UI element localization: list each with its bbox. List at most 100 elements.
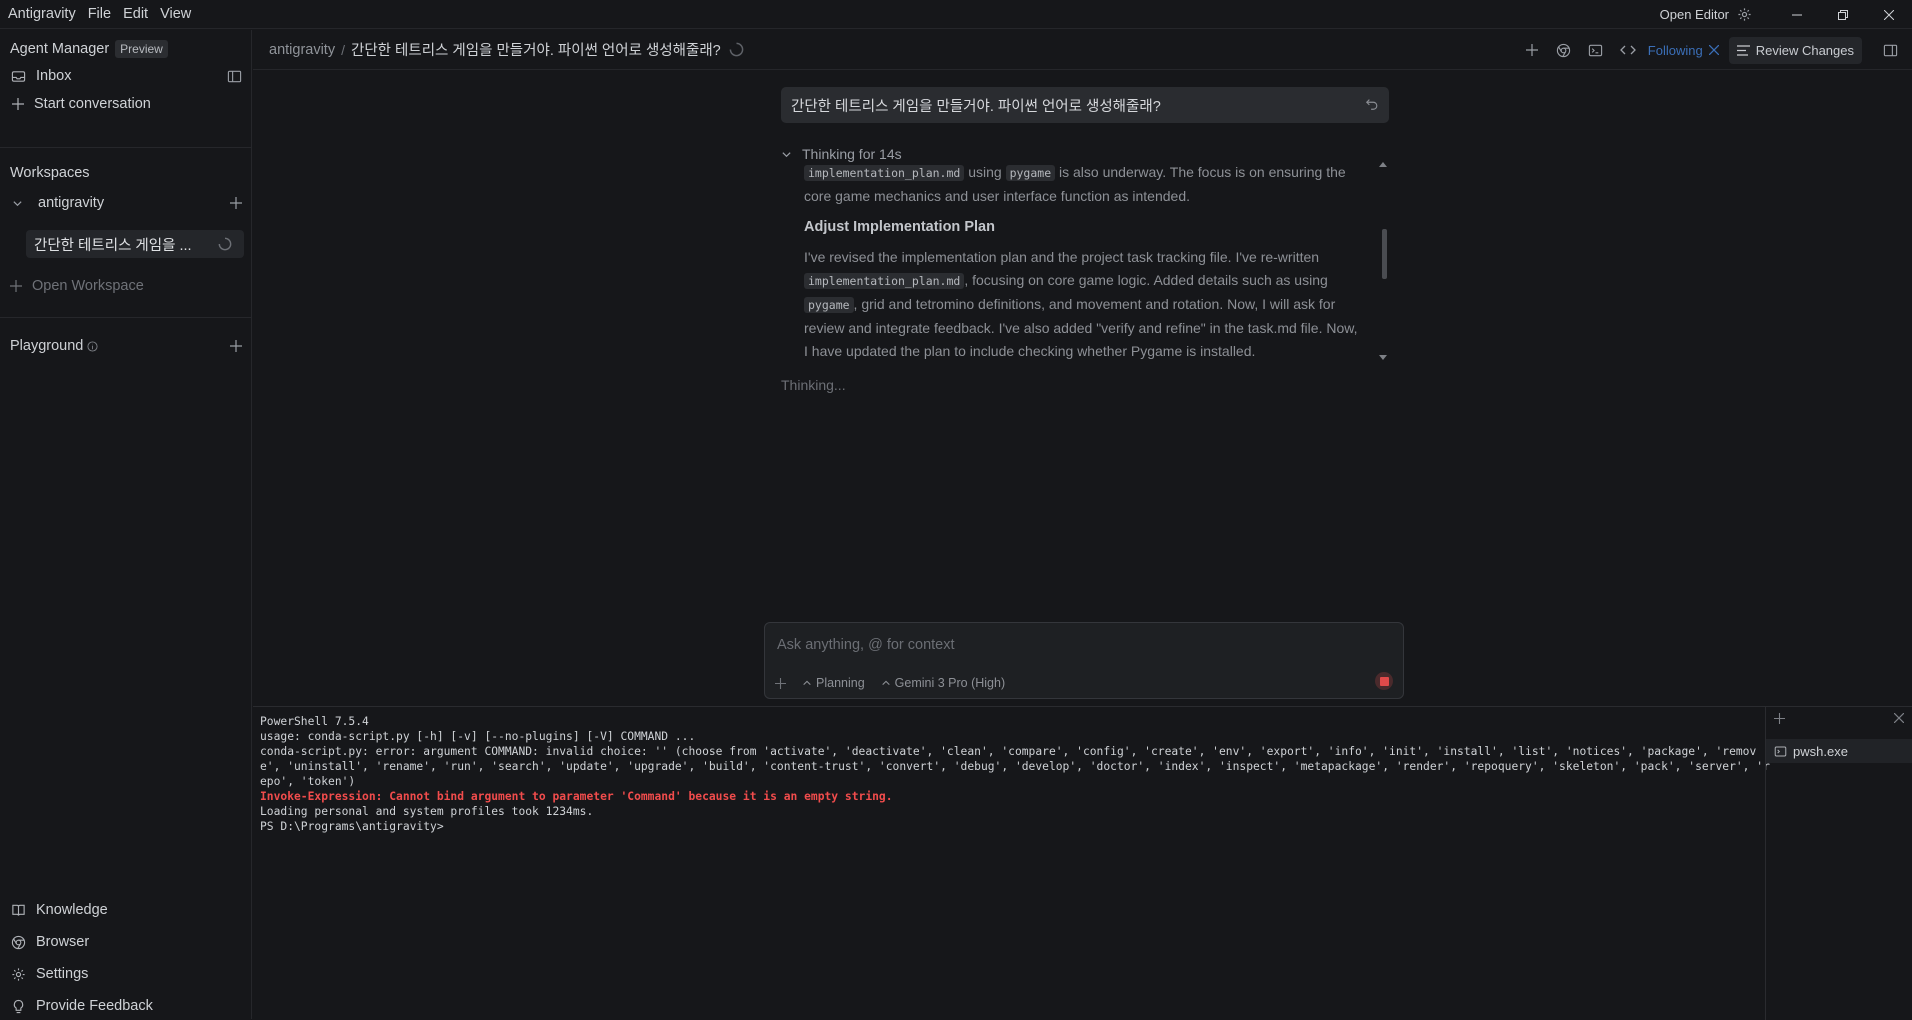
knowledge-label: Knowledge <box>36 902 108 918</box>
new-terminal-icon[interactable] <box>1774 713 1785 724</box>
model-selector[interactable]: Gemini 3 Pro (High) <box>881 676 1005 690</box>
list-icon <box>1736 44 1750 56</box>
terminal-button[interactable] <box>1580 36 1612 64</box>
divider <box>0 147 252 148</box>
stop-button[interactable] <box>1375 672 1393 690</box>
close-icon[interactable] <box>1894 713 1904 723</box>
lightbulb-icon <box>10 998 26 1014</box>
stop-icon <box>1379 676 1389 686</box>
thinking-toggle[interactable]: Thinking for 14s <box>781 146 902 162</box>
thought-paragraph: I've revised the implementation plan and… <box>804 246 1364 359</box>
caret-up-icon[interactable] <box>1379 161 1387 167</box>
scrollbar-thumb[interactable] <box>1382 229 1387 279</box>
terminal-line: Loading personal and system profiles too… <box>260 805 594 818</box>
sidebar-item-browser[interactable]: Browser <box>10 934 89 950</box>
playground-section[interactable]: Playground <box>10 338 242 354</box>
app-name: Antigravity <box>8 5 76 22</box>
sidebar-item-inbox[interactable]: Inbox <box>10 68 242 84</box>
sidebar-item-knowledge[interactable]: Knowledge <box>10 902 108 918</box>
chat-input-placeholder: Ask anything, @ for context <box>777 637 955 653</box>
code-button[interactable] <box>1612 36 1644 64</box>
add-playground-icon[interactable] <box>230 340 242 352</box>
workspaces-heading: Workspaces <box>10 165 90 181</box>
book-icon <box>10 902 26 918</box>
settings-label: Settings <box>36 966 89 982</box>
start-conversation-button[interactable]: Start conversation <box>10 96 151 112</box>
thought-text: I've revised the implementation plan and… <box>804 249 1320 265</box>
restore-button[interactable] <box>1820 0 1866 29</box>
terminal-line: conda-script.py: error: argument COMMAND… <box>260 745 1770 788</box>
minimize-button[interactable] <box>1774 0 1820 29</box>
terminal-icon <box>1774 745 1787 758</box>
inline-code: pygame <box>1005 165 1056 181</box>
thinking-content: implementation_plan.md using pygame is a… <box>804 163 1364 359</box>
menu-view[interactable]: View <box>154 0 197 29</box>
terminal-panel[interactable]: PowerShell 7.5.4 usage: conda-script.py [… <box>253 706 1912 1020</box>
toggle-panel-button[interactable] <box>1874 36 1906 64</box>
conversation-header: antigravity / 간단한 테트리스 게임을 만들거야. 파이썬 언어로… <box>253 30 1912 70</box>
loading-spinner-icon <box>218 237 232 251</box>
conversation-item-current[interactable]: 간단한 테트리스 게임을 ... <box>26 230 244 258</box>
thought-text: , grid and tetromino definitions, and mo… <box>804 296 1358 359</box>
playground-label: Playground <box>10 338 84 354</box>
sidebar: Agent Manager Preview Inbox Start conver… <box>0 30 252 1019</box>
add-conversation-icon[interactable] <box>230 197 242 209</box>
thought-text: , focusing on core game logic. Added det… <box>964 272 1328 288</box>
terminal-process-item[interactable]: pwsh.exe <box>1766 739 1912 763</box>
chat-input[interactable]: Ask anything, @ for context Planning Gem… <box>764 622 1404 699</box>
terminal-error-line: Invoke-Expression: Cannot bind argument … <box>260 790 893 803</box>
conversation-item-label: 간단한 테트리스 게임을 ... <box>34 237 192 254</box>
inline-code: implementation_plan.md <box>804 273 965 289</box>
sidebar-item-settings[interactable]: Settings <box>10 966 88 982</box>
feedback-label: Provide Feedback <box>36 998 153 1014</box>
chevron-up-icon <box>802 678 812 688</box>
start-conversation-label: Start conversation <box>34 96 151 112</box>
close-icon[interactable] <box>1708 45 1719 55</box>
menu-edit[interactable]: Edit <box>117 0 154 29</box>
workspace-antigravity[interactable]: antigravity <box>10 195 242 211</box>
thought-text: using <box>964 164 1006 180</box>
chrome-icon <box>1556 43 1571 58</box>
code-icon <box>1619 43 1636 57</box>
agent-manager-title: Agent Manager Preview <box>10 40 168 58</box>
attach-plus-icon[interactable] <box>775 677 786 689</box>
terminal-line: PowerShell 7.5.4 <box>260 715 369 728</box>
divider <box>0 317 252 318</box>
gear-icon[interactable] <box>1737 7 1752 22</box>
new-conversation-button[interactable] <box>1516 36 1548 64</box>
thinking-status: Thinking... <box>781 377 846 393</box>
terminal-line: usage: conda-script.py [-h] [-v] [--no-p… <box>260 730 696 743</box>
chevron-down-icon <box>781 149 792 160</box>
info-icon[interactable] <box>87 340 98 352</box>
terminal-output[interactable]: PowerShell 7.5.4 usage: conda-script.py [… <box>260 714 1770 834</box>
toggle-sidebar-icon[interactable] <box>227 69 242 84</box>
title-bar: Antigravity File Edit View Open Editor <box>0 0 1912 29</box>
chrome-icon <box>10 934 26 950</box>
open-workspace-button[interactable]: Open Workspace <box>10 278 144 294</box>
sidebar-item-feedback[interactable]: Provide Feedback <box>10 998 153 1014</box>
following-label: Following <box>1647 42 1703 58</box>
process-name: pwsh.exe <box>1793 743 1848 759</box>
preview-badge: Preview <box>115 40 168 58</box>
undo-icon[interactable] <box>1365 97 1379 111</box>
inline-code: pygame <box>804 297 854 313</box>
review-changes-label: Review Changes <box>1755 42 1854 58</box>
open-editor-button[interactable]: Open Editor <box>1660 7 1729 22</box>
terminal-process-list: pwsh.exe <box>1765 707 1912 1020</box>
agent-manager-label: Agent Manager <box>10 41 110 57</box>
menu-file[interactable]: File <box>82 0 117 29</box>
browser-button[interactable] <box>1548 36 1580 64</box>
close-window-button[interactable] <box>1866 0 1912 29</box>
gear-icon <box>10 966 26 982</box>
thought-heading: Adjust Implementation Plan <box>804 219 995 235</box>
browser-label: Browser <box>36 934 90 950</box>
review-changes-button[interactable]: Review Changes <box>1728 36 1862 64</box>
workspace-name: antigravity <box>38 195 105 211</box>
breadcrumb-separator: / <box>341 41 345 58</box>
caret-down-icon[interactable] <box>1379 355 1387 361</box>
breadcrumb-workspace[interactable]: antigravity <box>269 42 335 58</box>
inbox-label: Inbox <box>36 68 72 84</box>
plus-icon <box>1525 44 1538 56</box>
mode-selector[interactable]: Planning <box>802 676 865 690</box>
following-toggle[interactable]: Following <box>1648 43 1719 58</box>
